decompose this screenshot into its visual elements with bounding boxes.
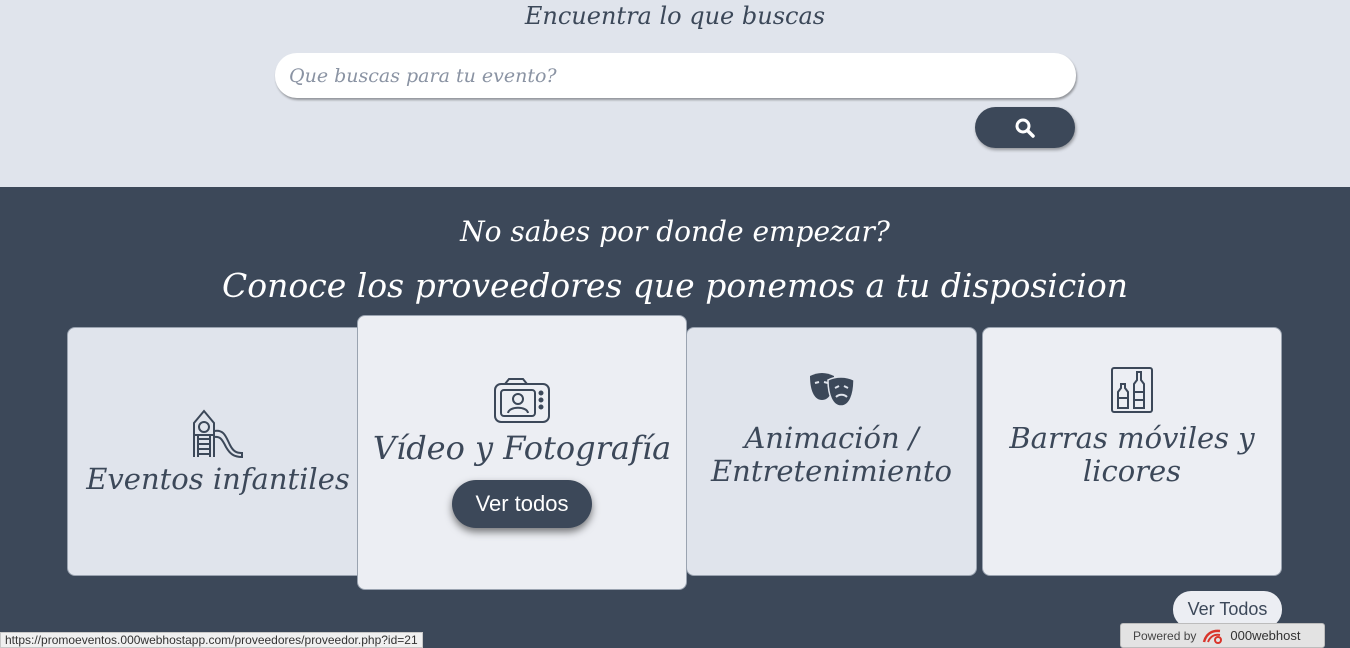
card-label: Animación / Entretenimiento: [710, 421, 953, 488]
ver-todos-card-button[interactable]: Ver todos: [452, 480, 592, 528]
card-label: Eventos infantiles: [86, 462, 350, 496]
providers-heading: Conoce los proveedores que ponemos a tu …: [222, 266, 1128, 305]
card-animacion-entretenimiento[interactable]: Animación / Entretenimiento: [686, 327, 977, 576]
card-eventos-infantiles[interactable]: Eventos infantiles: [67, 327, 369, 576]
search-button[interactable]: [975, 107, 1075, 148]
powered-by-badge[interactable]: Powered by 000webhost: [1120, 623, 1325, 648]
providers-question: No sabes por donde empezar?: [460, 215, 890, 248]
search-title: Encuentra lo que buscas: [524, 2, 826, 30]
search-section: Encuentra lo que buscas: [0, 0, 1350, 187]
search-icon: [1015, 118, 1035, 138]
search-input[interactable]: [275, 53, 1076, 98]
card-label: Vídeo y Fotografía: [372, 429, 672, 467]
powered-by-label: Powered by: [1133, 628, 1197, 643]
playground-slide-icon: [193, 409, 243, 459]
webhost-logo-icon: [1203, 629, 1223, 644]
webhost-brand: 000webhost: [1230, 628, 1301, 643]
photo-camera-icon: [494, 378, 550, 423]
theater-masks-icon: [809, 373, 855, 407]
card-barras-moviles[interactable]: Barras móviles y licores: [982, 327, 1282, 576]
card-label: Barras móviles y licores: [1009, 421, 1255, 488]
status-bar-url: https://promoeventos.000webhostapp.com/p…: [0, 632, 423, 648]
bottles-cabinet-icon: [1111, 367, 1153, 413]
card-video-fotografia[interactable]: Vídeo y Fotografía: [357, 315, 687, 590]
